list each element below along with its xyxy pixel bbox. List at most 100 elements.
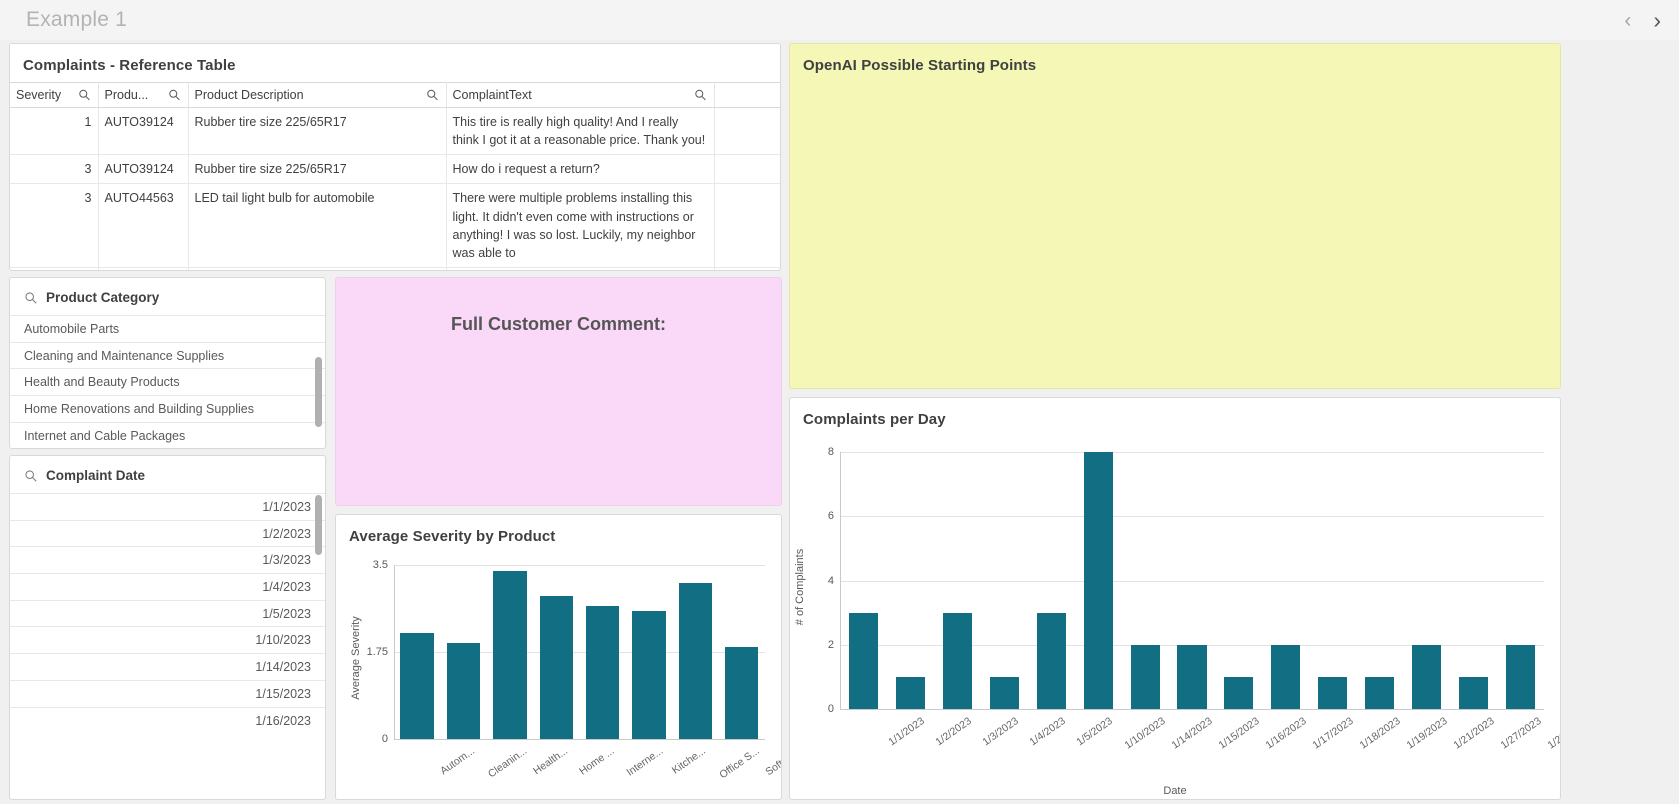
- complaint-date-filter-panel: Complaint Date 1/1/2023 1/2/2023 1/3/202…: [9, 455, 326, 800]
- column-label-complaint-text: ComplaintText: [452, 88, 532, 102]
- y-axis-label: Average Severity: [349, 616, 362, 700]
- search-icon[interactable]: [694, 89, 707, 102]
- bar[interactable]: [989, 676, 1019, 709]
- cell-complaint-text: This tire is really high quality! And I …: [446, 107, 715, 156]
- chevron-left-icon[interactable]: ‹: [1624, 10, 1631, 31]
- column-label-product-description: Product Description: [194, 88, 304, 102]
- x-axis-tick: 1/27/2023: [1498, 715, 1544, 752]
- column-header-severity[interactable]: Severity: [10, 82, 99, 108]
- list-item[interactable]: 1/4/2023: [10, 573, 325, 600]
- complaint-date-list: 1/1/2023 1/2/2023 1/3/2023 1/4/2023 1/5/…: [10, 493, 325, 733]
- x-axis-tick: 1/3/2023: [980, 715, 1022, 749]
- cell-product-description: Rubber tire size 225/65R17: [188, 154, 447, 185]
- list-item[interactable]: Home Renovations and Building Supplies: [10, 395, 325, 422]
- bar[interactable]: [1130, 644, 1160, 709]
- cell-severity: 3: [10, 154, 99, 185]
- list-item[interactable]: Cleaning and Maintenance Supplies: [10, 341, 325, 369]
- x-axis-tick: Autom...: [438, 745, 478, 778]
- x-axis-tick: 1/15/2023: [1216, 715, 1262, 752]
- gridline: [840, 516, 1544, 518]
- avg-severity-plot-area[interactable]: Average Severity 0 1.75 3.5 Autom... Cleanin.…: [336, 553, 781, 799]
- bar[interactable]: [848, 612, 878, 709]
- bar[interactable]: [895, 676, 925, 709]
- openai-panel-title: OpenAI Possible Starting Points: [803, 57, 1037, 74]
- list-item[interactable]: 1/1/2023: [10, 493, 325, 520]
- bar[interactable]: [539, 595, 573, 739]
- scrollbar-thumb[interactable]: [315, 495, 322, 555]
- reference-table-title: Complaints - Reference Table: [23, 57, 236, 74]
- bar[interactable]: [1224, 676, 1254, 709]
- column-label-severity: Severity: [16, 88, 62, 102]
- list-item[interactable]: Internet and Cable Packages: [10, 421, 325, 448]
- cell-severity: 2: [10, 267, 99, 270]
- cell-severity: 3: [10, 183, 99, 268]
- reference-table: Severity Produ... Product Description Co…: [10, 82, 780, 270]
- cell-spacer: [714, 183, 780, 268]
- cell-product-id: AUTO44563: [98, 267, 189, 270]
- list-item[interactable]: 1/15/2023: [10, 679, 325, 707]
- product-category-filter-title: Product Category: [46, 290, 160, 305]
- bar[interactable]: [1412, 644, 1442, 709]
- bar[interactable]: [1459, 676, 1489, 709]
- bar[interactable]: [1318, 676, 1348, 709]
- x-axis-tick: 1/18/2023: [1357, 715, 1403, 752]
- y-axis-tick: 2: [827, 638, 834, 651]
- x-axis-tick: Home ...: [577, 745, 617, 778]
- list-item[interactable]: 1/2/2023: [10, 519, 325, 547]
- column-header-product-description[interactable]: Product Description: [188, 82, 447, 108]
- cell-product-id: AUTO44563: [98, 183, 189, 268]
- column-label-product-id: Produ...: [104, 88, 149, 102]
- y-axis-label: # of Complaints: [794, 548, 807, 625]
- product-category-filter-panel: Product Category Automobile Parts Cleani…: [9, 277, 326, 449]
- cell-product-description: LED tail light bulb for automobile: [188, 267, 447, 270]
- bar[interactable]: [1365, 676, 1395, 709]
- list-item[interactable]: 1/16/2023: [10, 706, 325, 734]
- list-item[interactable]: 1/14/2023: [10, 653, 325, 680]
- x-axis-tick: Kitche...: [669, 745, 708, 777]
- table-row[interactable]: 1 AUTO39124 Rubber tire size 225/65R17 T…: [10, 107, 780, 156]
- bar[interactable]: [1177, 644, 1207, 709]
- y-axis-tick: 4: [827, 574, 834, 587]
- bar[interactable]: [585, 605, 620, 739]
- full-customer-comment-title: Full Customer Comment:: [450, 314, 666, 334]
- search-icon[interactable]: [426, 89, 439, 102]
- bar[interactable]: [446, 643, 481, 739]
- bar[interactable]: [493, 570, 527, 739]
- list-item[interactable]: Health and Beauty Products: [10, 368, 325, 395]
- search-icon[interactable]: [24, 469, 37, 482]
- x-axis-tick: 1/4/2023: [1027, 715, 1069, 749]
- bar[interactable]: [942, 612, 972, 709]
- bar[interactable]: [678, 583, 713, 739]
- bar[interactable]: [1271, 644, 1301, 709]
- bar[interactable]: [1505, 644, 1536, 709]
- search-icon[interactable]: [168, 89, 181, 102]
- x-axis-tick: Office S...: [717, 745, 763, 782]
- scrollbar-thumb[interactable]: [315, 357, 322, 427]
- bar[interactable]: [725, 647, 759, 739]
- cell-product-description: Rubber tire size 225/65R17: [188, 107, 447, 156]
- table-row[interactable]: 3 AUTO44563 LED tail light bulb for auto…: [10, 183, 780, 268]
- complaints-per-day-plot-area[interactable]: # of Complaints 0 2 4 6 8 1/1/2023 1/2/2023 1/3/…: [790, 436, 1560, 799]
- x-axis-tick: Cleanin...: [485, 745, 529, 781]
- list-item[interactable]: 1/5/2023: [10, 599, 325, 627]
- average-severity-by-product-chart-panel: Average Severity by Product Average Seve…: [335, 514, 782, 800]
- column-header-complaint-text[interactable]: ComplaintText: [446, 82, 715, 108]
- list-item[interactable]: 1/3/2023: [10, 546, 325, 573]
- bar[interactable]: [632, 610, 666, 739]
- x-axis-tick: 1/10/2023: [1122, 715, 1168, 752]
- list-item[interactable]: Automobile Parts: [10, 315, 325, 342]
- complaints-per-day-chart-title: Complaints per Day: [803, 411, 946, 428]
- table-row[interactable]: 3 AUTO39124 Rubber tire size 225/65R17 H…: [10, 154, 780, 185]
- bar[interactable]: [1036, 612, 1066, 709]
- list-item[interactable]: 1/10/2023: [10, 626, 325, 653]
- search-icon[interactable]: [78, 89, 91, 102]
- bar[interactable]: [400, 633, 434, 739]
- column-header-product-id[interactable]: Produ...: [98, 82, 189, 108]
- table-row[interactable]: 2 AUTO44563 LED tail light bulb for auto…: [10, 267, 780, 270]
- reference-table-body: 1 AUTO39124 Rubber tire size 225/65R17 T…: [10, 107, 780, 270]
- y-axis-line: [394, 565, 395, 739]
- search-icon[interactable]: [24, 291, 37, 304]
- complaint-date-filter-header: Complaint Date: [10, 456, 325, 493]
- chevron-right-icon[interactable]: ›: [1653, 8, 1661, 32]
- bar[interactable]: [1083, 452, 1113, 709]
